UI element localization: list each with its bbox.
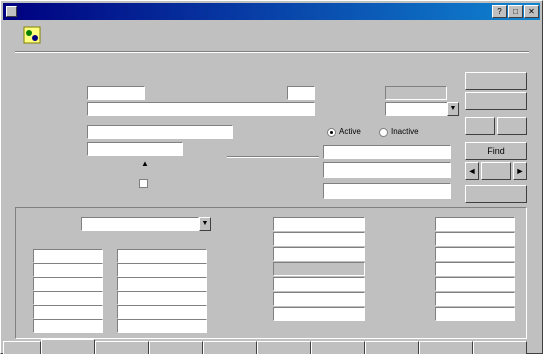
row-field-a[interactable] bbox=[33, 249, 103, 263]
right-field[interactable] bbox=[435, 217, 515, 231]
row-field-b[interactable] bbox=[117, 319, 207, 333]
tab-5[interactable] bbox=[257, 341, 311, 354]
active-radio-label: Active bbox=[339, 127, 361, 136]
secondary-field bbox=[385, 86, 447, 100]
row-field-a[interactable] bbox=[33, 291, 103, 305]
location-field[interactable] bbox=[87, 125, 233, 139]
tab-1[interactable] bbox=[41, 339, 95, 354]
tab-6[interactable] bbox=[311, 341, 365, 354]
nav-next-button[interactable]: ► bbox=[513, 162, 527, 180]
active-radio[interactable] bbox=[327, 128, 336, 137]
right-field[interactable] bbox=[435, 232, 515, 246]
close-icon[interactable]: ✕ bbox=[524, 5, 539, 18]
type-field[interactable] bbox=[81, 217, 199, 231]
extra-field[interactable] bbox=[323, 145, 451, 159]
mid-field[interactable] bbox=[273, 307, 365, 321]
mid-field[interactable] bbox=[273, 292, 365, 306]
cancel-button[interactable] bbox=[465, 92, 527, 110]
tab-0[interactable] bbox=[3, 341, 41, 354]
row-field-b[interactable] bbox=[117, 305, 207, 319]
help-icon[interactable]: ? bbox=[492, 5, 507, 18]
info-icon bbox=[23, 26, 41, 44]
type-dropdown-icon[interactable]: ▼ bbox=[199, 217, 211, 231]
mid-field[interactable] bbox=[273, 277, 365, 291]
row-field-a[interactable] bbox=[33, 305, 103, 319]
mid-field[interactable] bbox=[273, 232, 365, 246]
new-button[interactable] bbox=[465, 117, 495, 135]
option-checkbox[interactable] bbox=[139, 179, 148, 188]
description-field[interactable] bbox=[87, 102, 315, 116]
save-button[interactable] bbox=[465, 72, 527, 90]
mid-field[interactable] bbox=[273, 217, 365, 231]
row-field-a[interactable] bbox=[33, 319, 103, 333]
find-button[interactable]: Find bbox=[465, 142, 527, 160]
primary-field[interactable] bbox=[87, 142, 183, 156]
right-field[interactable] bbox=[435, 307, 515, 321]
tab-8[interactable] bbox=[419, 341, 473, 354]
system-menu-icon[interactable] bbox=[6, 6, 17, 17]
tab-4[interactable] bbox=[203, 341, 257, 354]
right-field[interactable] bbox=[435, 292, 515, 306]
nav-prev-button[interactable]: ◄ bbox=[465, 162, 479, 180]
row-field-a[interactable] bbox=[33, 277, 103, 291]
item-form-window: ? □ ✕ ▲ ▼ Active Inactive Find ◄ ► ▼ bbox=[0, 0, 543, 354]
row-field-b[interactable] bbox=[117, 291, 207, 305]
category-field[interactable] bbox=[385, 102, 449, 116]
delete-button[interactable] bbox=[497, 117, 527, 135]
inactive-radio[interactable] bbox=[379, 128, 388, 137]
header-separator bbox=[15, 51, 529, 53]
right-field[interactable] bbox=[435, 277, 515, 291]
title-bar[interactable]: ? □ ✕ bbox=[3, 3, 540, 20]
mid-field bbox=[273, 262, 365, 276]
row-field-b[interactable] bbox=[117, 277, 207, 291]
inactive-radio-label: Inactive bbox=[391, 127, 419, 136]
tab-2[interactable] bbox=[95, 341, 149, 354]
row-field-a[interactable] bbox=[33, 263, 103, 277]
reference-field[interactable] bbox=[323, 183, 451, 199]
row-field-b[interactable] bbox=[117, 263, 207, 277]
row-field-b[interactable] bbox=[117, 249, 207, 263]
tab-3[interactable] bbox=[149, 341, 203, 354]
category-dropdown-icon[interactable]: ▼ bbox=[447, 102, 459, 116]
unit-field[interactable] bbox=[287, 86, 315, 100]
help-button[interactable] bbox=[465, 185, 527, 203]
right-field[interactable] bbox=[435, 262, 515, 276]
tab-7[interactable] bbox=[365, 341, 419, 354]
tab-strip bbox=[3, 339, 527, 354]
right-field[interactable] bbox=[435, 247, 515, 261]
number-field[interactable] bbox=[87, 86, 145, 100]
tab-9[interactable] bbox=[473, 341, 527, 354]
primary-marker: ▲ bbox=[141, 159, 149, 168]
lookup-separator bbox=[227, 156, 319, 158]
nav-mid-button[interactable] bbox=[481, 162, 511, 180]
mid-field[interactable] bbox=[273, 247, 365, 261]
lookup-field[interactable] bbox=[323, 162, 451, 178]
maximize-icon[interactable]: □ bbox=[508, 5, 523, 18]
